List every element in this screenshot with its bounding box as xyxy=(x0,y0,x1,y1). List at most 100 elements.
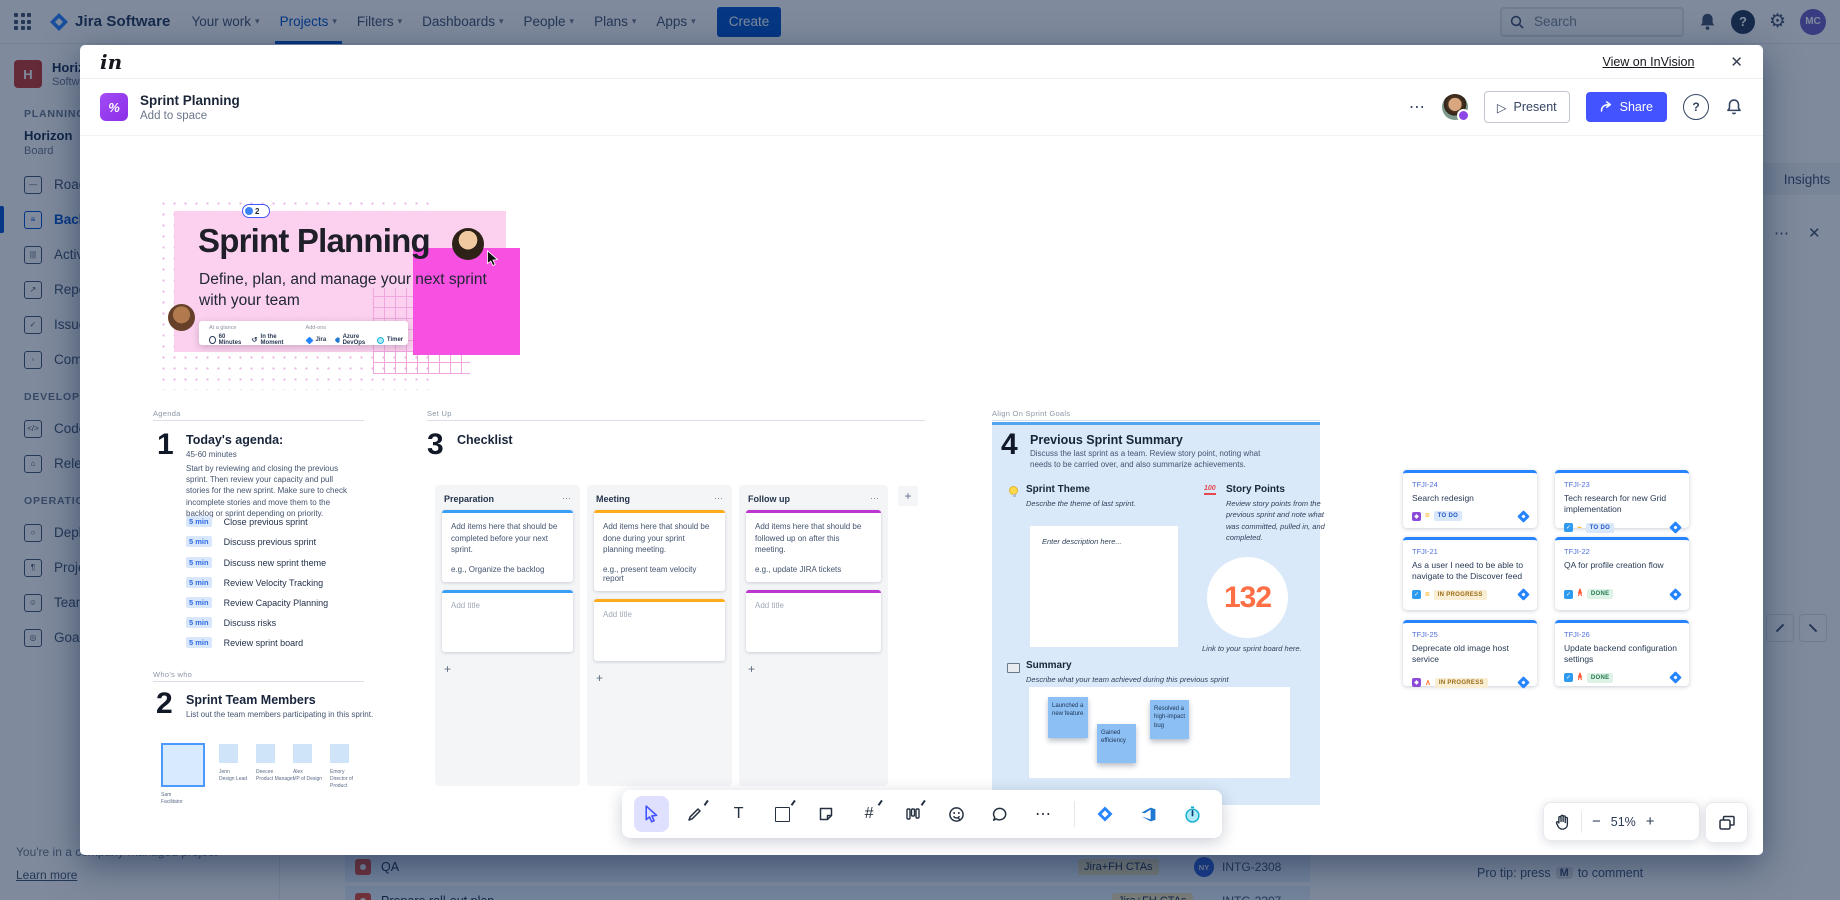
grid-frame-tool[interactable]: # xyxy=(851,796,886,832)
status-badge: IN PROGRESS xyxy=(1433,589,1487,600)
share-button[interactable]: Share xyxy=(1585,92,1667,122)
checklist-card-empty[interactable]: Add title xyxy=(442,589,573,652)
checklist-card-empty[interactable]: Add title xyxy=(594,598,725,661)
collaborator-dot xyxy=(245,207,253,215)
agenda-item: 5 min Review Capacity Planning xyxy=(186,597,328,608)
help-icon[interactable]: ? xyxy=(1683,94,1709,120)
more-tools-icon[interactable]: ⋯ xyxy=(1025,796,1060,832)
agenda-title: Today's agenda: xyxy=(186,433,284,447)
sprint-theme-hint: Describe the theme of last sprint. xyxy=(1026,499,1136,508)
invision-freehand-modal: in View on InVision ✕ % Sprint Planning … xyxy=(80,45,1763,855)
status-badge: DONE xyxy=(1586,672,1614,683)
freehand-doc-icon: % xyxy=(100,93,128,121)
jira-issue-card[interactable]: TFJI-26 Update backend configuration set… xyxy=(1555,620,1689,686)
column-menu-icon[interactable]: ⋯ xyxy=(562,493,571,504)
divider xyxy=(1581,810,1582,833)
clock-icon xyxy=(209,336,216,344)
member-label: Emory Director of Product xyxy=(330,769,354,789)
story-points-value: 132 xyxy=(1223,580,1272,614)
priority-highest-icon: ∧ xyxy=(1577,672,1583,682)
jira-issue-card[interactable]: TFJI-23 Tech research for new Grid imple… xyxy=(1555,470,1689,535)
notifications-bell-icon[interactable] xyxy=(1725,98,1743,116)
agenda-item: 5 min Close previous sprint xyxy=(186,516,308,527)
story-points-circle[interactable]: 132 xyxy=(1207,557,1288,638)
toolbar-divider xyxy=(1073,801,1075,827)
status-badge: DONE xyxy=(1586,589,1614,600)
sticky-note[interactable]: Launched a new feature xyxy=(1048,697,1088,738)
close-icon[interactable]: ✕ xyxy=(1730,53,1743,71)
task-type-icon: ✓ xyxy=(1564,523,1573,533)
sticky-note-tool[interactable] xyxy=(808,796,843,832)
sticky-note[interactable]: Resolved a high-impact bug xyxy=(1150,700,1189,739)
column-menu-icon[interactable]: ⋯ xyxy=(870,493,879,504)
sticky-note[interactable]: Gained efficiency xyxy=(1097,724,1136,763)
draw-pencil-tool[interactable] xyxy=(677,796,712,832)
member-tile[interactable] xyxy=(219,744,238,763)
shape-tool[interactable] xyxy=(764,796,799,832)
member-tile[interactable] xyxy=(293,744,312,763)
add-card-button[interactable]: + xyxy=(587,669,732,687)
agenda-number: 1 xyxy=(157,428,174,461)
azure-devops-tool[interactable] xyxy=(1131,796,1166,832)
layout-tool[interactable] xyxy=(895,796,930,832)
comment-tool[interactable] xyxy=(982,796,1017,832)
document-title: Sprint Planning xyxy=(140,93,240,109)
member-tile-selected[interactable] xyxy=(161,743,205,787)
agenda-item: 5 min Discuss previous sprint xyxy=(186,536,316,547)
member-label: Sam Facilitator xyxy=(161,792,183,805)
banner-title: Sprint Planning xyxy=(198,222,431,259)
add-card-button[interactable]: + xyxy=(435,660,580,678)
goals-title: Previous Sprint Summary xyxy=(1030,433,1183,447)
goals-section-label: Align On Sprint Goals xyxy=(992,409,1071,418)
jira-issue-card[interactable]: TFJI-21 As a user I need to be able to n… xyxy=(1403,537,1537,610)
checklist-card[interactable]: Add items here that should be followed u… xyxy=(746,510,881,582)
overview-frames-icon[interactable] xyxy=(1705,802,1748,843)
sprint-theme-title: Sprint Theme xyxy=(1026,484,1090,495)
story-points-title: Story Points xyxy=(1226,484,1285,495)
view-on-invision-link[interactable]: View on InVision xyxy=(1602,55,1694,69)
teammate-avatar xyxy=(452,228,484,260)
team-title: Sprint Team Members xyxy=(186,693,316,707)
priority-high-icon: ∧ xyxy=(1425,677,1431,687)
jira-issue-card[interactable]: TFJI-22 QA for profile creation flow ✓ ∧ D… xyxy=(1555,537,1689,610)
member-tile[interactable] xyxy=(256,744,275,763)
zoom-level[interactable]: 51% xyxy=(1611,815,1636,829)
banner-subtitle: Define, plan, and manage your next sprin… xyxy=(199,271,487,309)
azure-devops-icon xyxy=(335,337,340,343)
add-column-button[interactable]: + xyxy=(898,486,918,506)
timer-tool[interactable] xyxy=(1175,796,1210,832)
sticker-tool[interactable] xyxy=(938,796,973,832)
team-subtitle: List out the team members participating … xyxy=(186,710,374,719)
checklist-column-meeting: Meeting ⋯ Add items here that should be d… xyxy=(587,485,732,786)
jira-integration-tool[interactable] xyxy=(1088,796,1123,832)
jira-issue-card[interactable]: TFJI-25 Deprecate old image host service… xyxy=(1403,620,1537,690)
checklist-card[interactable]: Add items here that should be done durin… xyxy=(594,510,725,591)
sync-icon: ↺ xyxy=(251,336,258,344)
text-tool[interactable]: T xyxy=(721,796,756,832)
present-button[interactable]: ▷ Present xyxy=(1483,91,1570,123)
goals-number: 4 xyxy=(1001,428,1018,461)
collaborator-avatar[interactable] xyxy=(1441,94,1470,122)
agenda-description: Start by reviewing and closing the previ… xyxy=(186,464,347,518)
add-to-space-link[interactable]: Add to space xyxy=(140,110,240,122)
jira-issue-card[interactable]: TFJI-24 Search redesign ◆ = TO DO xyxy=(1403,470,1537,528)
checklist-column-preparation: Preparation ⋯ Add items here that should … xyxy=(435,485,580,786)
hand-pan-tool[interactable] xyxy=(1554,813,1571,831)
whiteboard-canvas[interactable]: 2 Sprint Planning Define, plan, and mana… xyxy=(80,136,1763,855)
zoom-in-icon[interactable]: + xyxy=(1646,814,1655,829)
modal-top-bar: in View on InVision ✕ xyxy=(80,45,1763,79)
zoom-out-icon[interactable]: − xyxy=(1592,814,1601,829)
addons-label: Add-ons xyxy=(305,325,327,331)
member-tile[interactable] xyxy=(330,744,349,763)
checklist-card[interactable]: Add items here that should be completed … xyxy=(442,510,573,582)
add-card-button[interactable]: + xyxy=(739,660,888,678)
checklist-card-empty[interactable]: Add title xyxy=(746,589,881,652)
share-arrow-icon xyxy=(1600,101,1613,113)
column-menu-icon[interactable]: ⋯ xyxy=(714,493,723,504)
agenda-section-label: Agenda xyxy=(153,409,181,418)
select-tool[interactable] xyxy=(634,796,670,832)
jira-icon xyxy=(1669,588,1682,601)
more-options-icon[interactable]: ⋯ xyxy=(1409,97,1426,117)
summary-title: Summary xyxy=(1026,660,1072,671)
collaborator-pill[interactable]: 2 xyxy=(242,204,270,218)
